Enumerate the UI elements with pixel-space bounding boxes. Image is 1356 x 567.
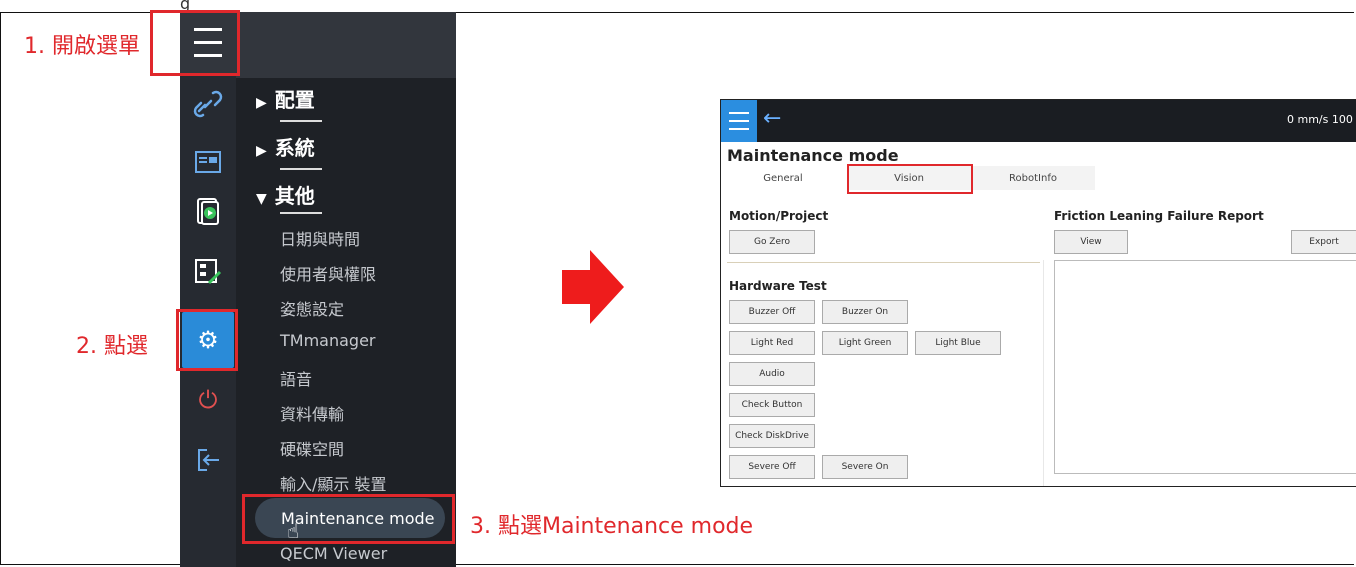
export-button[interactable]: Export — [1291, 230, 1356, 254]
friction-report-heading: Friction Leaning Failure Report — [1054, 209, 1264, 223]
highlight-box-step3 — [242, 494, 455, 544]
menu-section-config[interactable]: ▶ 配置 — [256, 84, 315, 113]
go-zero-button[interactable]: Go Zero — [729, 230, 815, 254]
severe-off-button[interactable]: Severe Off — [729, 455, 815, 479]
menu-item-data-transfer[interactable]: 資料傳輸 — [280, 401, 344, 425]
flow-edit-icon[interactable] — [192, 256, 224, 288]
menu-item-io-devices[interactable]: 輸入/顯示 裝置 — [280, 471, 386, 495]
light-blue-button[interactable]: Light Blue — [915, 331, 1001, 355]
collapse-arrow-icon: ▼ — [256, 191, 267, 207]
step-3-label: 3. 點選Maintenance mode — [470, 514, 754, 539]
motion-project-heading: Motion/Project — [729, 209, 829, 223]
section-label: 配置 — [274, 88, 315, 112]
maintenance-mode-screenshot: ← 0 mm/s 100 Maintenance mode General Vi… — [720, 99, 1356, 487]
hamburger-menu-button[interactable] — [721, 100, 757, 142]
top-bar — [721, 100, 1356, 142]
menu-item-pose-settings[interactable]: 姿態設定 — [280, 296, 344, 320]
light-green-button[interactable]: Light Green — [822, 331, 908, 355]
tab-robotinfo[interactable]: RobotInfo — [971, 166, 1095, 190]
hardware-test-heading: Hardware Test — [729, 279, 827, 293]
speed-readout: 0 mm/s 100 — [1287, 113, 1353, 126]
highlight-box-vision — [847, 164, 973, 194]
expand-arrow-icon: ▶ — [256, 95, 267, 111]
menu-item-date-time[interactable]: 日期與時間 — [280, 226, 360, 250]
back-arrow-icon[interactable]: ← — [763, 106, 781, 131]
tab-general[interactable]: General — [727, 166, 839, 190]
section-label: 其他 — [274, 184, 315, 208]
buzzer-on-button[interactable]: Buzzer On — [822, 300, 908, 324]
divider — [280, 120, 322, 122]
highlight-box-step2 — [176, 309, 238, 371]
highlight-box-step1 — [150, 10, 240, 76]
menu-item-voice[interactable]: 語音 — [280, 366, 312, 390]
severe-on-button[interactable]: Severe On — [822, 455, 908, 479]
divider — [280, 212, 322, 214]
divider — [727, 262, 1040, 263]
menu-item-qecm-viewer[interactable]: QECM Viewer — [280, 544, 387, 563]
menu-item-tmmanager[interactable]: TMmanager — [280, 331, 376, 350]
logout-icon[interactable] — [192, 444, 224, 476]
step-2-label: 2. 點選 — [76, 334, 148, 359]
menu-header — [236, 12, 456, 78]
buzzer-off-button[interactable]: Buzzer Off — [729, 300, 815, 324]
menu-section-other[interactable]: ▼ 其他 — [256, 180, 315, 209]
step-1-label: 1. 開啟選單 — [24, 34, 140, 59]
menu-item-users[interactable]: 使用者與權限 — [280, 261, 376, 285]
view-button[interactable]: View — [1054, 230, 1128, 254]
report-area — [1054, 260, 1356, 474]
page-title: Maintenance mode — [727, 146, 899, 165]
menu-section-system[interactable]: ▶ 系統 — [256, 132, 315, 161]
audio-button[interactable]: Audio — [729, 362, 815, 386]
play-document-icon[interactable] — [192, 196, 224, 228]
expand-arrow-icon: ▶ — [256, 143, 267, 159]
link-icon[interactable] — [192, 88, 224, 120]
check-diskdrive-button[interactable]: Check DiskDrive — [729, 424, 815, 448]
panel-divider — [1043, 260, 1044, 486]
section-label: 系統 — [274, 136, 315, 160]
light-red-button[interactable]: Light Red — [729, 331, 815, 355]
menu-item-disk-space[interactable]: 硬碟空間 — [280, 436, 344, 460]
divider — [280, 168, 322, 170]
display-icon[interactable] — [192, 146, 224, 178]
power-icon[interactable]: ⏻ — [192, 384, 224, 416]
right-arrow-icon — [562, 250, 624, 324]
check-button-button[interactable]: Check Button — [729, 393, 815, 417]
